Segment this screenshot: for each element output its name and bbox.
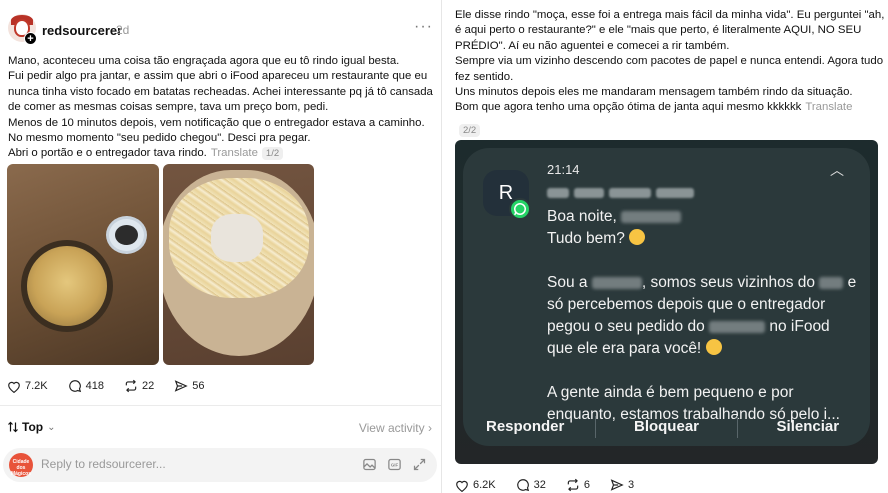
post-screenshot-notification[interactable]: R 21:14 ︿ Boa noite, Tudo bem? Sou a , s… xyxy=(455,140,878,464)
block-action-button: Bloquear xyxy=(633,418,699,435)
post-paragraph: Sempre via um vizinho descendo com pacot… xyxy=(455,55,884,83)
page-indicator-wrap: 2/2 xyxy=(455,120,481,138)
repost-count: 6 xyxy=(583,479,591,491)
post-paragraph: Uns minutos depois eles me mandaram mens… xyxy=(455,86,853,99)
send-icon xyxy=(174,380,188,392)
notification-message: Boa noite, Tudo bem? Sou a , somos seus … xyxy=(547,208,857,423)
repost-button[interactable]: 22 xyxy=(124,378,154,394)
share-button[interactable]: 3 xyxy=(610,478,634,492)
post-actions: 7.2K 418 22 56 xyxy=(7,378,225,394)
like-count: 7.2K xyxy=(25,380,48,392)
reply-avatar: Cidade dos Mágicos xyxy=(9,453,33,477)
share-count: 56 xyxy=(192,380,205,392)
page-indicator: 1/2 xyxy=(261,147,284,161)
post-paragraph: Mano, aconteceu uma coisa tão engraçada … xyxy=(8,55,400,67)
repost-icon xyxy=(125,379,137,393)
send-icon xyxy=(610,479,624,491)
smile-emoji-icon xyxy=(705,339,722,355)
post-paragraph: Bom que agora tenho uma opção ótima de j… xyxy=(455,101,853,114)
divider xyxy=(0,405,441,406)
comment-button[interactable]: 32 xyxy=(516,478,546,492)
comment-icon xyxy=(68,380,81,393)
expand-icon[interactable] xyxy=(412,457,427,472)
post-paragraph: Abri o portão e o entregador tava rindo.… xyxy=(8,146,438,161)
follow-plus-icon[interactable]: + xyxy=(24,32,37,45)
sweat-smile-emoji-icon xyxy=(629,229,646,245)
left-post: + redsourcerer 2d ··· Mano, aconteceu um… xyxy=(0,0,441,493)
sort-icon xyxy=(8,421,18,433)
post-body-continued: Ele disse rindo "moça, esse foi a entreg… xyxy=(455,8,885,116)
repost-button[interactable]: 6 xyxy=(566,478,590,492)
chevron-down-icon: ⌄ xyxy=(47,421,56,433)
image-icon[interactable] xyxy=(362,457,377,472)
comment-icon xyxy=(516,479,529,492)
more-options-icon[interactable]: ··· xyxy=(414,18,433,36)
like-button[interactable]: 6.2K xyxy=(455,478,496,492)
chevron-right-icon: › xyxy=(428,421,432,435)
share-count: 3 xyxy=(628,479,635,491)
comment-button[interactable]: 418 xyxy=(68,378,104,394)
post-paragraph: Menos de 10 minutos depois, vem notifica… xyxy=(8,116,425,145)
notification-time: 21:14 xyxy=(547,162,580,177)
translate-link[interactable]: Translate xyxy=(211,147,258,159)
notification-actions: Responder Bloquear Silenciar xyxy=(455,412,878,442)
notification-card: R 21:14 ︿ Boa noite, Tudo bem? Sou a , s… xyxy=(463,148,870,446)
sort-label: Top xyxy=(22,420,44,434)
sort-dropdown[interactable]: Top ⌄ xyxy=(7,420,56,434)
post-header: + redsourcerer 2d ··· xyxy=(8,14,433,46)
reply-tools: GIF xyxy=(362,457,427,472)
gif-icon[interactable]: GIF xyxy=(387,457,402,472)
username[interactable]: redsourcerer xyxy=(42,23,122,38)
page-indicator: 2/2 xyxy=(459,124,481,137)
reply-bar: Cidade dos Mágicos GIF xyxy=(3,448,437,482)
comment-count: 32 xyxy=(533,479,546,491)
right-post: Ele disse rindo "moça, esse foi a entreg… xyxy=(447,0,888,493)
post-actions: 6.2K 32 6 3 xyxy=(455,478,654,492)
mute-action-button: Silenciar xyxy=(776,418,840,435)
like-button[interactable]: 7.2K xyxy=(7,378,48,394)
like-count: 6.2K xyxy=(473,479,496,491)
reply-input[interactable] xyxy=(41,457,321,471)
post-paragraph: Fui pedir algo pra jantar, e assim que a… xyxy=(8,70,433,114)
heart-icon xyxy=(456,480,468,492)
post-body: Mano, aconteceu uma coisa tão engraçada … xyxy=(8,54,438,162)
translate-link[interactable]: Translate xyxy=(805,101,852,113)
view-activity-link[interactable]: View activity › xyxy=(359,421,432,435)
whatsapp-icon xyxy=(509,198,531,220)
chevron-up-icon: ︿ xyxy=(830,162,844,178)
reply-action-button: Responder xyxy=(485,418,565,435)
redacted-phone xyxy=(547,184,707,198)
panel-divider xyxy=(441,0,442,493)
repost-icon xyxy=(567,478,579,492)
post-photo-fries[interactable] xyxy=(163,164,314,365)
share-button[interactable]: 56 xyxy=(174,378,205,394)
post-paragraph: Ele disse rindo "moça, esse foi a entreg… xyxy=(455,9,885,52)
post-time: 2d xyxy=(116,23,130,37)
comment-count: 418 xyxy=(85,380,104,392)
svg-text:GIF: GIF xyxy=(391,462,399,467)
repost-count: 22 xyxy=(142,380,155,392)
heart-icon xyxy=(8,381,20,393)
post-photo-dish[interactable] xyxy=(7,164,159,365)
